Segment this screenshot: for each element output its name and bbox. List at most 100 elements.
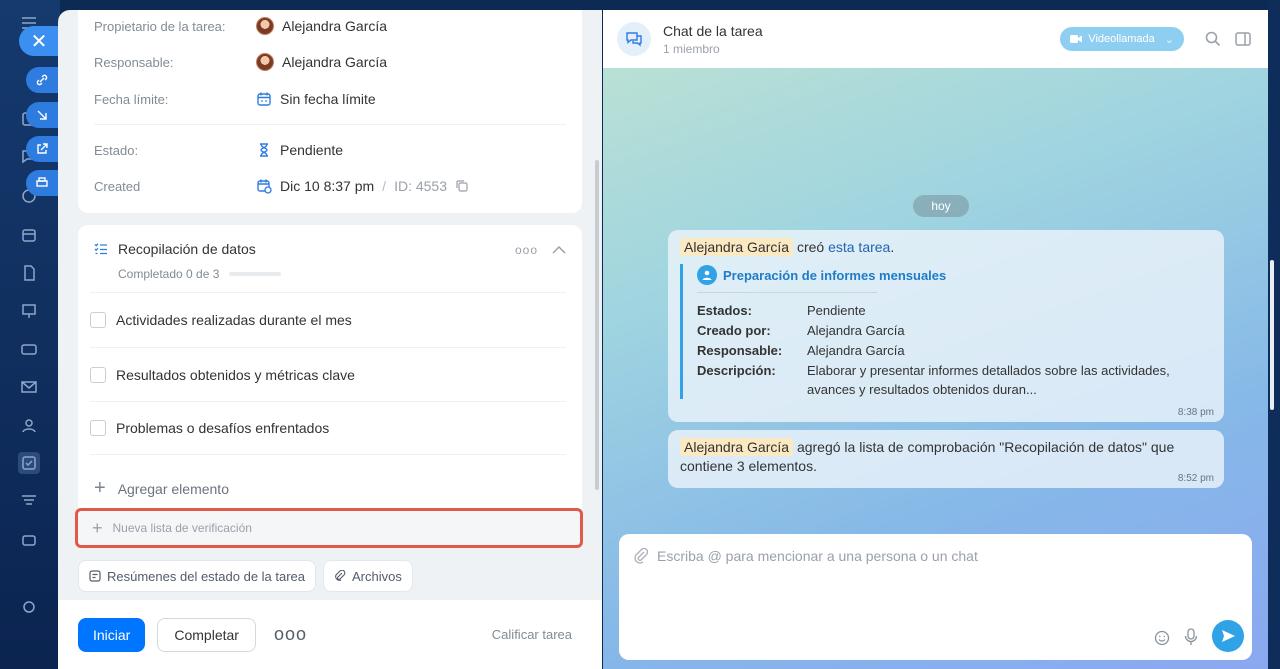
complete-button[interactable]: Completar bbox=[157, 617, 256, 652]
owner-row: Propietario de la tarea: Alejandra Garcí… bbox=[94, 16, 566, 36]
task-details-card: Propietario de la tarea: Alejandra Garcí… bbox=[78, 10, 582, 213]
field-label: Estado: bbox=[94, 142, 139, 158]
avatar[interactable] bbox=[256, 53, 274, 71]
message-input[interactable]: Escriba @ para mencionar a una persona o… bbox=[619, 534, 1252, 660]
video-call-button[interactable]: Videollamada ⌄ bbox=[1060, 27, 1184, 51]
item-label[interactable]: Problemas o desafíos enfrentados bbox=[116, 420, 329, 436]
send-button[interactable] bbox=[1212, 620, 1244, 652]
checklist-progress: Completado 0 de 3 bbox=[118, 267, 282, 281]
calendar-clock-icon bbox=[257, 179, 272, 194]
item-label[interactable]: Actividades realizadas durante el mes bbox=[116, 312, 352, 328]
author-mention[interactable]: Alejandra García bbox=[680, 438, 794, 456]
new-checklist-button[interactable]: + Nueva lista de verificación bbox=[75, 508, 583, 548]
print-button[interactable] bbox=[26, 170, 58, 196]
deadline-value[interactable]: Sin fecha límite bbox=[280, 91, 376, 107]
row-key: Responsable: bbox=[697, 343, 783, 358]
mail-nav-icon[interactable] bbox=[18, 376, 40, 398]
close-button[interactable]: ✕ bbox=[19, 26, 59, 56]
chevron-down-icon: ⌄ bbox=[1164, 33, 1174, 46]
paperclip-icon bbox=[335, 570, 346, 581]
item-checkbox[interactable] bbox=[90, 366, 106, 383]
robot-nav-icon[interactable] bbox=[18, 528, 40, 550]
chat-panel: Chat de la tarea 1 miembro Videollamada … bbox=[603, 10, 1268, 669]
status-summaries-button[interactable]: Resúmenes del estado de la tarea bbox=[78, 560, 317, 592]
chat-members[interactable]: 1 miembro bbox=[663, 42, 763, 56]
field-label: Responsable: bbox=[94, 54, 174, 70]
card-nav-icon[interactable] bbox=[18, 338, 40, 360]
row-value: Alejandra García bbox=[807, 343, 905, 358]
deadline-row: Fecha límite: Sin fecha límite bbox=[94, 89, 566, 109]
plus-icon: + bbox=[92, 517, 103, 538]
status-row: Estado: Pendiente bbox=[94, 140, 566, 160]
status-value: Pendiente bbox=[280, 142, 344, 158]
copy-icon[interactable] bbox=[455, 179, 469, 193]
rate-task-button[interactable]: Calificar tarea bbox=[492, 627, 572, 642]
more-icon: ooo bbox=[514, 243, 538, 257]
date-divider: hoy bbox=[913, 195, 969, 217]
settings-nav-icon[interactable] bbox=[18, 596, 40, 618]
task-card-title[interactable]: Preparación de informes mensuales bbox=[697, 264, 1200, 286]
chat-title[interactable]: Chat de la tarea bbox=[663, 23, 763, 39]
owner-name[interactable]: Alejandra García bbox=[282, 18, 387, 34]
video-camera-icon bbox=[1070, 35, 1083, 43]
row-value: Alejandra García bbox=[807, 323, 905, 338]
paperclip-icon[interactable] bbox=[633, 548, 649, 564]
chat-bubbles-icon bbox=[626, 32, 642, 47]
avatar[interactable] bbox=[256, 17, 274, 35]
chat-avatar[interactable] bbox=[617, 22, 651, 56]
item-checkbox[interactable] bbox=[90, 311, 106, 328]
task-card-row: Estados: Pendiente bbox=[697, 301, 1200, 321]
minimize-button[interactable] bbox=[26, 102, 58, 128]
task-card-row: Creado por: Alejandra García bbox=[697, 321, 1200, 341]
divider bbox=[697, 292, 877, 293]
board-nav-icon[interactable] bbox=[18, 300, 40, 322]
search-icon[interactable] bbox=[1204, 30, 1222, 48]
field-label: Propietario de la tarea: bbox=[94, 18, 226, 34]
filter-nav-icon[interactable] bbox=[18, 490, 40, 512]
files-button[interactable]: Archivos bbox=[323, 560, 413, 592]
chevron-up-icon[interactable] bbox=[552, 245, 566, 255]
message-verb: creó bbox=[796, 239, 825, 255]
calendar-icon bbox=[257, 92, 271, 106]
panel-scrollbar[interactable] bbox=[595, 160, 599, 490]
task-card-row: Descripción: Elaborar y presentar informe… bbox=[697, 361, 1200, 399]
message-time: 8:38 pm bbox=[1177, 407, 1214, 418]
checklist-card: Recopilación de datos Completado 0 de 3 … bbox=[78, 225, 582, 525]
author-mention[interactable]: Alejandra García bbox=[680, 238, 794, 256]
printer-icon bbox=[36, 177, 48, 187]
add-item-button[interactable]: + Agregar elemento bbox=[94, 477, 229, 500]
more-actions-button[interactable]: ooo bbox=[274, 624, 307, 645]
user-icon bbox=[697, 265, 717, 285]
start-button[interactable]: Iniciar bbox=[78, 617, 146, 652]
external-link-icon bbox=[37, 143, 48, 154]
document-nav-icon[interactable] bbox=[18, 262, 40, 284]
page-scrollbar[interactable] bbox=[1270, 260, 1274, 410]
copy-link-button[interactable] bbox=[26, 67, 58, 93]
tasks-nav-icon[interactable] bbox=[18, 452, 40, 474]
task-card-name[interactable]: Preparación de informes mensuales bbox=[723, 268, 946, 283]
open-new-window-button[interactable] bbox=[26, 136, 58, 162]
checklist-more-button[interactable]: ooo bbox=[515, 243, 538, 257]
files-label: Archivos bbox=[352, 568, 402, 584]
sidebar-toggle-icon[interactable] bbox=[1234, 30, 1252, 48]
item-checkbox[interactable] bbox=[90, 420, 106, 436]
emoji-icon[interactable] bbox=[1154, 630, 1170, 646]
id-separator: / bbox=[382, 178, 387, 194]
contacts-nav-icon[interactable] bbox=[18, 414, 40, 436]
responsible-name[interactable]: Alejandra García bbox=[282, 54, 387, 70]
chat-header: Chat de la tarea 1 miembro Videollamada … bbox=[603, 10, 1268, 68]
task-footer: Iniciar Completar ooo Calificar tarea bbox=[58, 600, 602, 669]
task-card: Preparación de informes mensuales Estado… bbox=[680, 264, 1200, 399]
plus-icon: + bbox=[94, 477, 106, 499]
field-label: Created bbox=[94, 178, 141, 194]
microphone-icon[interactable] bbox=[1184, 628, 1198, 646]
task-card-row: Responsable: Alejandra García bbox=[697, 341, 1200, 361]
checklist-header[interactable]: Recopilación de datos bbox=[94, 241, 256, 257]
task-link[interactable]: esta tarea bbox=[828, 239, 890, 255]
system-message: Alejandra García creó esta tarea. Prepar… bbox=[668, 230, 1224, 422]
item-label[interactable]: Resultados obtenidos y métricas clave bbox=[116, 367, 355, 383]
checklist-title[interactable]: Recopilación de datos bbox=[118, 241, 256, 257]
hourglass-icon bbox=[260, 143, 268, 157]
calendar-nav-icon[interactable] bbox=[18, 224, 40, 246]
arrow-down-right-icon bbox=[37, 110, 47, 120]
